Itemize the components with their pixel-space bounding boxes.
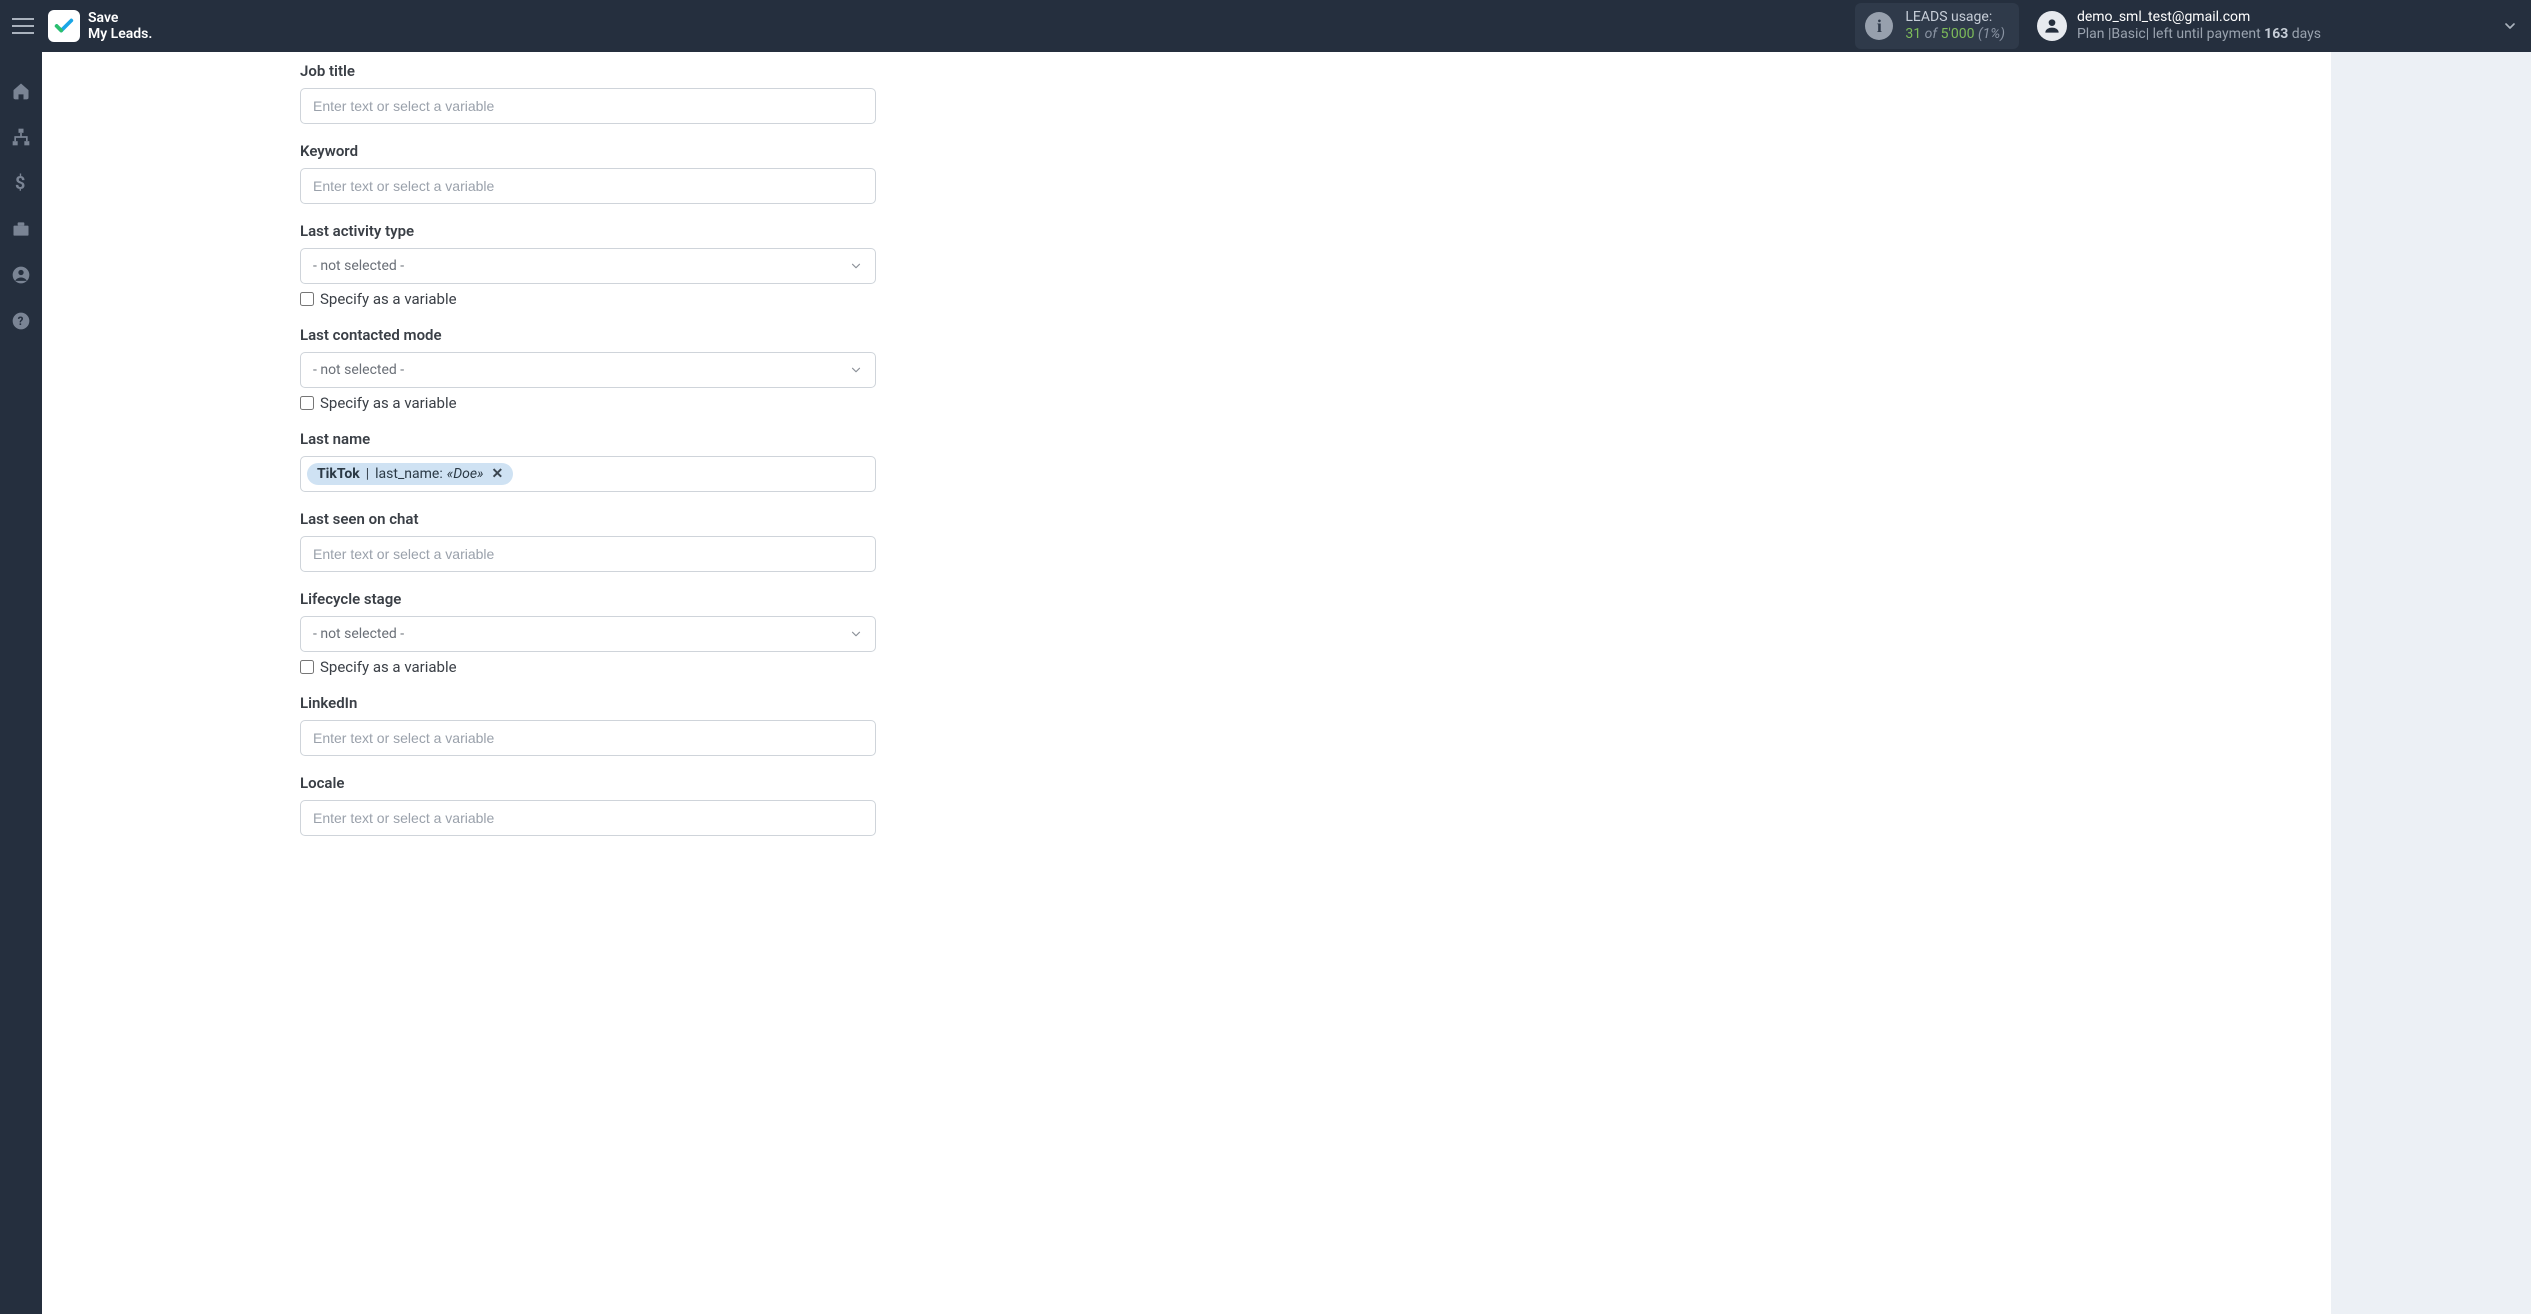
brand-line2: My Leads. — [88, 26, 152, 42]
leads-usage-title: LEADS usage: — [1905, 9, 2005, 26]
specify-variable-last-contacted-mode[interactable]: Specify as a variable — [300, 394, 876, 412]
select-lifecycle-stage[interactable]: - not selected - — [300, 616, 876, 652]
brand-line1: Save — [88, 10, 152, 26]
leads-usage-badge[interactable]: i LEADS usage: 31 of 5'000 (1%) — [1855, 3, 2019, 49]
label-job-title: Job title — [300, 62, 876, 80]
topbar: Save My Leads. i LEADS usage: 31 of 5'00… — [0, 0, 2531, 52]
label-linkedin: LinkedIn — [300, 694, 876, 712]
field-last-activity-type: Last activity type - not selected - Spec… — [300, 222, 876, 308]
input-linkedin[interactable] — [300, 720, 876, 756]
chip-remove-button[interactable]: ✕ — [491, 466, 503, 482]
label-keyword: Keyword — [300, 142, 876, 160]
field-linkedin: LinkedIn — [300, 694, 876, 756]
field-keyword: Keyword — [300, 142, 876, 204]
field-lifecycle-stage: Lifecycle stage - not selected - Specify… — [300, 590, 876, 676]
left-rail: $ ? — [0, 52, 42, 1314]
plan-prefix: Plan | — [2077, 26, 2111, 42]
label-locale: Locale — [300, 774, 876, 792]
input-keyword[interactable] — [300, 168, 876, 204]
user-circle-icon — [11, 265, 31, 285]
input-job-title[interactable] — [300, 88, 876, 124]
input-last-seen-chat[interactable] — [300, 536, 876, 572]
label-lifecycle-stage: Lifecycle stage — [300, 590, 876, 608]
field-last-name: Last name TikTok | last_name: «Doe» ✕ — [300, 430, 876, 492]
plan-suffix: days — [2288, 26, 2321, 42]
chevron-down-icon — [849, 259, 863, 273]
nav-help[interactable]: ? — [10, 310, 32, 332]
chip-source: TikTok — [317, 466, 360, 482]
leads-pct: (1%) — [1978, 26, 2005, 42]
select-value: - not selected - — [313, 626, 404, 642]
info-icon: i — [1865, 12, 1893, 40]
menu-toggle-button[interactable] — [12, 18, 34, 34]
select-last-contacted-mode[interactable]: - not selected - — [300, 352, 876, 388]
brand-logo[interactable]: Save My Leads. — [48, 10, 152, 42]
input-locale[interactable] — [300, 800, 876, 836]
form-panel: Job title Keyword Last activity type - n… — [42, 52, 2331, 1314]
label-last-activity-type: Last activity type — [300, 222, 876, 240]
chevron-down-icon — [849, 627, 863, 641]
specify-variable-label: Specify as a variable — [320, 394, 457, 412]
nav-connections[interactable] — [10, 126, 32, 148]
select-last-activity-type[interactable]: - not selected - — [300, 248, 876, 284]
logo-mark — [48, 10, 80, 42]
svg-text:?: ? — [18, 314, 24, 328]
account-caret-button[interactable] — [2501, 17, 2519, 35]
chip-field: last_name: — [375, 466, 443, 482]
field-last-contacted-mode: Last contacted mode - not selected - Spe… — [300, 326, 876, 412]
input-last-name[interactable]: TikTok | last_name: «Doe» ✕ — [300, 456, 876, 492]
form-column: Job title Keyword Last activity type - n… — [300, 62, 876, 836]
nav-briefcase[interactable] — [10, 218, 32, 240]
home-icon — [11, 81, 31, 101]
nav-profile[interactable] — [10, 264, 32, 286]
checkbox-specify-variable[interactable] — [300, 396, 314, 410]
dollar-icon: $ — [15, 173, 27, 193]
user-icon — [2042, 16, 2062, 36]
briefcase-icon — [11, 219, 31, 239]
chip-value: «Doe» — [447, 466, 484, 482]
checkbox-specify-variable[interactable] — [300, 660, 314, 674]
leads-usage-text: LEADS usage: 31 of 5'000 (1%) — [1905, 9, 2005, 43]
leads-usage-values: 31 of 5'000 (1%) — [1905, 26, 2005, 43]
specify-variable-label: Specify as a variable — [320, 290, 457, 308]
checkbox-specify-variable[interactable] — [300, 292, 314, 306]
field-last-seen-chat: Last seen on chat — [300, 510, 876, 572]
leads-used: 31 — [1905, 26, 1921, 42]
avatar — [2037, 11, 2067, 41]
check-icon — [53, 15, 75, 37]
field-locale: Locale — [300, 774, 876, 836]
sitemap-icon — [11, 127, 31, 147]
brand-text: Save My Leads. — [88, 10, 152, 42]
account-plan-line: Plan |Basic| left until payment 163 days — [2077, 26, 2321, 43]
select-value: - not selected - — [313, 258, 404, 274]
svg-text:$: $ — [15, 173, 25, 193]
plan-name: Basic — [2111, 26, 2145, 42]
leads-of: of — [1925, 26, 1937, 42]
nav-home[interactable] — [10, 80, 32, 102]
leads-total: 5'000 — [1941, 26, 1975, 42]
chevron-down-icon — [2502, 18, 2518, 34]
select-value: - not selected - — [313, 362, 404, 378]
chevron-down-icon — [849, 363, 863, 377]
plan-mid: | left until payment — [2146, 26, 2264, 42]
plan-days: 163 — [2264, 26, 2288, 42]
label-last-name: Last name — [300, 430, 876, 448]
label-last-seen-chat: Last seen on chat — [300, 510, 876, 528]
account-menu[interactable]: demo_sml_test@gmail.com Plan |Basic| lef… — [2037, 9, 2321, 43]
page-scroll[interactable]: Job title Keyword Last activity type - n… — [42, 52, 2531, 1314]
specify-variable-label: Specify as a variable — [320, 658, 457, 676]
question-icon: ? — [11, 311, 31, 331]
field-job-title: Job title — [300, 62, 876, 124]
label-last-contacted-mode: Last contacted mode — [300, 326, 876, 344]
account-email: demo_sml_test@gmail.com — [2077, 9, 2321, 26]
chip-separator: | — [366, 466, 369, 482]
specify-variable-last-activity-type[interactable]: Specify as a variable — [300, 290, 876, 308]
nav-billing[interactable]: $ — [10, 172, 32, 194]
account-text: demo_sml_test@gmail.com Plan |Basic| lef… — [2077, 9, 2321, 43]
variable-chip-last-name[interactable]: TikTok | last_name: «Doe» ✕ — [307, 463, 513, 485]
specify-variable-lifecycle-stage[interactable]: Specify as a variable — [300, 658, 876, 676]
